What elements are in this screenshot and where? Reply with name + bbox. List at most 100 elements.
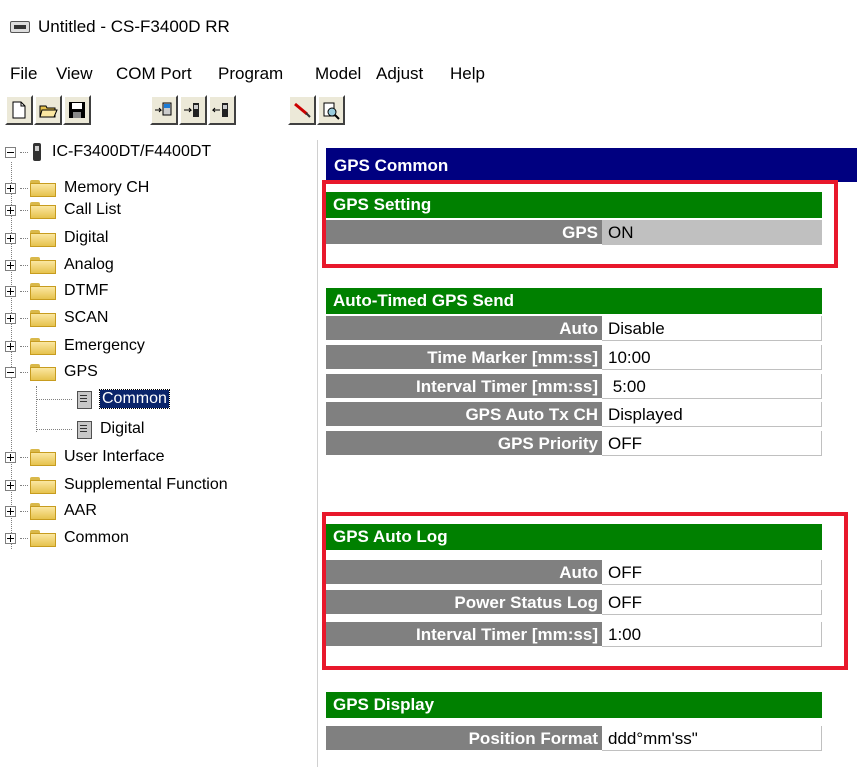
tree-item-gps[interactable]: GPS xyxy=(5,361,98,383)
folder-icon xyxy=(30,477,56,494)
expand-icon[interactable] xyxy=(5,340,16,352)
tree-item-label: Emergency xyxy=(64,337,145,354)
tree-item-label: Common xyxy=(64,529,129,546)
section-gps-display: GPS Display xyxy=(326,692,822,718)
row-gps-priority: GPS Priority OFF xyxy=(326,431,822,457)
panel-title: GPS Common xyxy=(326,148,857,182)
tree-item-user-interface[interactable]: User Interface xyxy=(5,446,164,468)
tree-item-dtmf[interactable]: DTMF xyxy=(5,280,108,302)
folder-icon xyxy=(30,530,56,547)
tools-icon xyxy=(294,102,311,118)
tree-item-label: Digital xyxy=(64,229,109,246)
print-preview-icon xyxy=(323,102,340,120)
expand-icon[interactable] xyxy=(5,451,16,463)
folder-open-icon xyxy=(30,364,56,381)
print-preview-button[interactable] xyxy=(317,95,345,125)
menu-adjust[interactable]: Adjust xyxy=(376,64,423,84)
tree-item-gps-common[interactable]: Common xyxy=(36,388,170,410)
expand-icon[interactable] xyxy=(5,532,16,544)
row-interval-timer: Interval Timer [mm:ss] 5:00 xyxy=(326,374,822,400)
expand-icon[interactable] xyxy=(5,204,16,216)
row-label: Interval Timer [mm:ss] xyxy=(326,374,602,399)
tree-item-label: AAR xyxy=(64,502,97,519)
menu-model[interactable]: Model xyxy=(315,64,361,84)
tree-item-aar[interactable]: AAR xyxy=(5,500,97,522)
folder-icon xyxy=(30,180,56,197)
save-button[interactable] xyxy=(63,95,91,125)
open-icon xyxy=(39,105,58,118)
expand-icon[interactable] xyxy=(5,312,16,324)
window-title: Untitled - CS-F3400D RR xyxy=(38,17,230,36)
navigation-tree: IC-F3400DT/F4400DT Memory CH Call List D… xyxy=(0,140,318,767)
tree-item-emergency[interactable]: Emergency xyxy=(5,335,145,357)
toolbar xyxy=(0,92,857,130)
row-label: GPS Priority xyxy=(326,431,602,456)
collapse-icon[interactable] xyxy=(5,146,16,158)
folder-icon xyxy=(30,449,56,466)
folder-icon xyxy=(30,230,56,247)
clone-radio-icon xyxy=(212,103,228,117)
row-label: Auto xyxy=(326,316,602,341)
expand-icon[interactable] xyxy=(5,182,16,194)
folder-icon xyxy=(30,338,56,355)
highlight-box-gps-auto-log xyxy=(322,512,848,670)
open-button[interactable] xyxy=(34,95,62,125)
new-button[interactable] xyxy=(5,95,33,125)
clone-radio-button[interactable] xyxy=(208,95,236,125)
row-time-marker: Time Marker [mm:ss] 10:00 xyxy=(326,345,822,371)
menu-program[interactable]: Program xyxy=(218,64,283,84)
auto-value-field[interactable]: Disable xyxy=(602,316,822,341)
title-bar: Untitled - CS-F3400D RR xyxy=(0,0,857,56)
time-marker-value-field[interactable]: 10:00 xyxy=(602,345,822,370)
expand-icon[interactable] xyxy=(5,232,16,244)
read-radio-icon xyxy=(155,102,172,116)
tools-button[interactable] xyxy=(288,95,316,125)
menu-bar: File View COM Port Program Model Adjust … xyxy=(0,56,857,90)
expand-icon[interactable] xyxy=(5,285,16,297)
tree-item-label: Supplemental Function xyxy=(64,476,228,493)
write-radio-button[interactable] xyxy=(179,95,207,125)
row-label: GPS Auto Tx CH xyxy=(326,402,602,427)
menu-help[interactable]: Help xyxy=(450,64,485,84)
folder-icon xyxy=(30,283,56,300)
expand-icon[interactable] xyxy=(5,505,16,517)
tree-item-digital[interactable]: Digital xyxy=(5,227,108,249)
folder-icon xyxy=(30,257,56,274)
tree-item-call-list[interactable]: Call List xyxy=(5,199,121,221)
collapse-icon[interactable] xyxy=(5,366,16,378)
tree-item-label: Call List xyxy=(64,201,121,218)
new-icon xyxy=(12,101,26,119)
gps-priority-value-field[interactable]: OFF xyxy=(602,431,822,456)
tree-item-label: User Interface xyxy=(64,448,165,465)
interval-timer-value-field[interactable]: 5:00 xyxy=(602,374,822,399)
tree-item-analog[interactable]: Analog xyxy=(5,254,114,276)
tree-item-gps-digital[interactable]: Digital xyxy=(36,418,144,440)
highlight-box-gps-setting xyxy=(322,180,838,268)
document-icon xyxy=(74,419,94,439)
expand-icon[interactable] xyxy=(5,479,16,491)
row-position-format: Position Format ddd°mm'ss" xyxy=(326,726,822,752)
menu-com-port[interactable]: COM Port xyxy=(116,64,192,84)
menu-file[interactable]: File xyxy=(10,64,37,84)
row-auto: Auto Disable xyxy=(326,316,822,342)
tree-item-label: GPS xyxy=(64,363,98,380)
tree-item-common[interactable]: Common xyxy=(5,527,129,549)
save-icon xyxy=(69,102,85,118)
menu-view[interactable]: View xyxy=(56,64,93,84)
read-radio-button[interactable] xyxy=(150,95,178,125)
tree-item-memory-ch[interactable]: Memory CH xyxy=(5,177,149,199)
tree-item-label: DTMF xyxy=(64,282,109,299)
folder-icon xyxy=(30,202,56,219)
tree-item-label: SCAN xyxy=(64,309,109,326)
folder-icon xyxy=(30,310,56,327)
tree-item-supplemental-function[interactable]: Supplemental Function xyxy=(5,474,228,496)
tree-item-label: Memory CH xyxy=(64,179,150,196)
row-gps-auto-tx-ch: GPS Auto Tx CH Displayed xyxy=(326,402,822,428)
folder-icon xyxy=(30,503,56,520)
position-format-value-field[interactable]: ddd°mm'ss" xyxy=(602,726,822,751)
tree-root[interactable]: IC-F3400DT/F4400DT xyxy=(5,141,211,163)
tree-item-scan[interactable]: SCAN xyxy=(5,307,108,329)
gps-auto-tx-ch-value-field[interactable]: Displayed xyxy=(602,402,822,427)
expand-icon[interactable] xyxy=(5,259,16,271)
tree-root-label: IC-F3400DT/F4400DT xyxy=(52,143,212,160)
